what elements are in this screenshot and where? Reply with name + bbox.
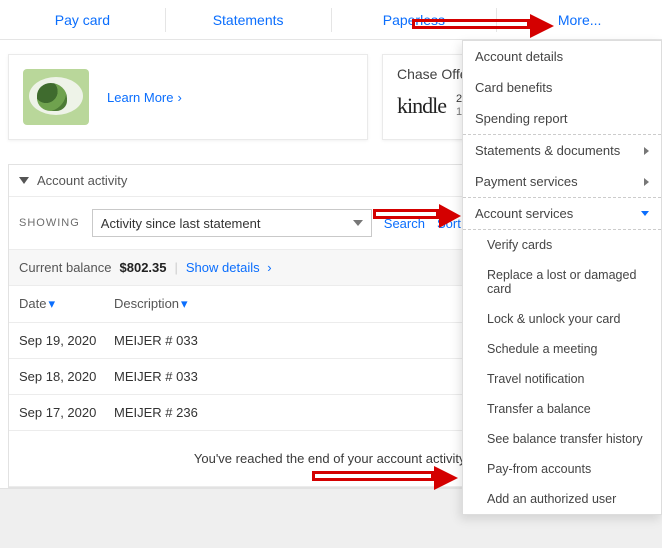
menu-item-statements-documents[interactable]: Statements & documents [463,135,661,166]
annotation-arrow-more [412,16,556,36]
sort-icon: ▾ [181,296,188,311]
more-dropdown: Account details Card benefits Spending r… [462,40,662,515]
show-details-label: Show details [186,260,260,275]
cell-date: Sep 18, 2020 [19,369,114,384]
submenu-add-authorized-user[interactable]: Add an authorized user [463,484,661,514]
menu-item-spending-report[interactable]: Spending report [463,103,661,134]
collapse-icon [19,177,29,184]
menu-item-account-services[interactable]: Account services [463,198,661,229]
submenu-travel-notification[interactable]: Travel notification [463,364,661,394]
promo-image [23,69,89,125]
offer-brand: kindle [397,93,446,119]
panel-title: Account activity [37,173,127,188]
menu-item-account-details[interactable]: Account details [463,41,661,72]
tab-statements[interactable]: Statements [166,0,331,39]
submenu-schedule-meeting[interactable]: Schedule a meeting [463,334,661,364]
submenu-replace-card[interactable]: Replace a lost or damaged card [463,260,661,304]
cell-date: Sep 17, 2020 [19,405,114,420]
select-value: Activity since last statement [101,216,261,231]
chevron-right-icon: › [177,90,181,105]
submenu-lock-unlock[interactable]: Lock & unlock your card [463,304,661,334]
promo-card: Learn More › [8,54,368,140]
tab-pay-card[interactable]: Pay card [0,0,165,39]
annotation-arrow-add-authorized-user [312,468,460,488]
chevron-down-icon [641,211,649,216]
submenu-verify-cards[interactable]: Verify cards [463,230,661,260]
cell-date: Sep 19, 2020 [19,333,114,348]
chevron-down-icon [353,220,363,226]
chevron-right-icon [644,178,649,186]
chevron-right-icon: › [267,260,271,275]
balance-label: Current balance [19,260,112,275]
annotation-arrow-account-services [373,206,463,226]
col-date-header[interactable]: Date▾ [19,296,114,312]
submenu-transfer-balance[interactable]: Transfer a balance [463,394,661,424]
showing-label: SHOWING [19,217,80,229]
menu-item-card-benefits[interactable]: Card benefits [463,72,661,103]
top-nav: Pay card Statements Paperless More... [0,0,662,40]
balance-amount: $802.35 [120,260,167,275]
submenu-pay-from-accounts[interactable]: Pay-from accounts [463,454,661,484]
sort-icon: ▾ [48,296,55,311]
chevron-right-icon [644,147,649,155]
show-details-link[interactable]: Show details › [186,260,272,275]
learn-more-label: Learn More [107,90,173,105]
submenu-balance-history[interactable]: See balance transfer history [463,424,661,454]
activity-filter-select[interactable]: Activity since last statement [92,209,372,237]
learn-more-link[interactable]: Learn More › [107,90,182,105]
menu-item-payment-services[interactable]: Payment services [463,166,661,197]
